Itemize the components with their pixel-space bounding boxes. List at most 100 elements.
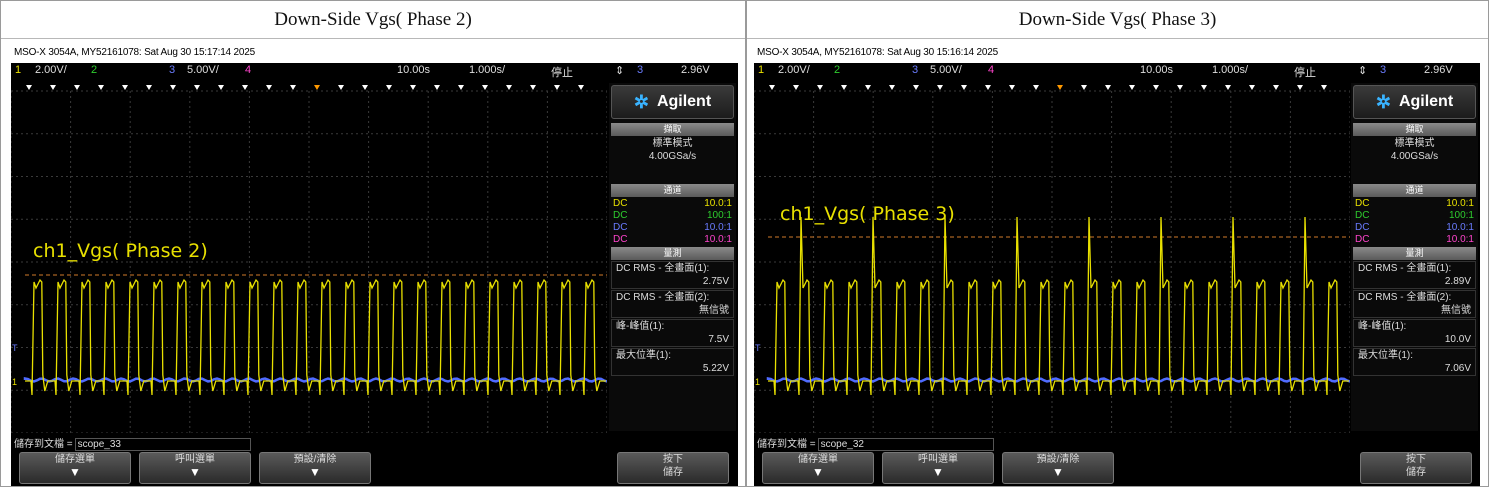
time-marker-icon bbox=[961, 85, 967, 90]
save-menu-button[interactable]: 儲存選單 ▼ bbox=[762, 452, 874, 484]
recall-menu-button[interactable]: 呼叫選單 ▼ bbox=[882, 452, 994, 484]
ch3-number[interactable]: 3 bbox=[169, 64, 175, 76]
ch4-label[interactable]: 4 bbox=[988, 64, 994, 76]
sample-rate: 4.00GSa/s bbox=[1390, 151, 1439, 162]
softkey-bar: 儲存到文檔 = scope_33 儲存選單 ▼ 呼叫選單 ▼ 預設/清除 ▼ 按下 儲存 bbox=[11, 433, 738, 486]
channel-bar: 1 2.00V/ 2 3 5.00V/ 4 10.00s 1.000s/ 停止 … bbox=[754, 63, 1480, 79]
ch1-scale[interactable]: 2.00V/ bbox=[35, 64, 67, 76]
arrow-down-icon: ▼ bbox=[1052, 465, 1064, 479]
side-panel: ✲ Agilent 擷取 標準模式 4.00GSa/s 通道 DC 10.0:1 D… bbox=[1351, 83, 1478, 431]
ch1-number[interactable]: 1 bbox=[15, 64, 21, 76]
press-to-save-button[interactable]: 按下 儲存 bbox=[617, 452, 729, 484]
time-marker-icon bbox=[170, 85, 176, 90]
measurement-1: DC RMS - 全畫面(1): 2.75V bbox=[611, 261, 734, 289]
time-marker-icon bbox=[146, 85, 152, 90]
arrow-down-icon: ▼ bbox=[932, 465, 944, 479]
acquisition-header[interactable]: 擷取 bbox=[611, 123, 734, 136]
time-marker-icon bbox=[1297, 85, 1303, 90]
time-marker-icon bbox=[769, 85, 775, 90]
time-marker-icon bbox=[841, 85, 847, 90]
channel-row-3: DC 10.0:1 bbox=[1355, 222, 1474, 233]
default-erase-button[interactable]: 預設/清除 ▼ bbox=[259, 452, 371, 484]
time-marker-icon bbox=[26, 85, 32, 90]
panel-caption: Down-Side Vgs( Phase 3) bbox=[747, 1, 1488, 39]
arrow-down-icon: ▼ bbox=[189, 465, 201, 479]
measure-header[interactable]: 量測 bbox=[1353, 247, 1476, 260]
time-marker-icon bbox=[290, 85, 296, 90]
channel-row-4: DC 10.0:1 bbox=[1355, 234, 1474, 245]
time-marker-icon bbox=[458, 85, 464, 90]
trigger-channel[interactable]: 3 bbox=[637, 64, 643, 76]
ch3-scale[interactable]: 5.00V/ bbox=[187, 64, 219, 76]
time-marker-icon bbox=[865, 85, 871, 90]
ch1-waveform bbox=[768, 216, 1349, 396]
time-position[interactable]: 10.00s bbox=[1140, 64, 1173, 76]
channel-row-2: DC 100:1 bbox=[613, 210, 732, 221]
timebase[interactable]: 1.000s/ bbox=[469, 64, 505, 76]
run-state[interactable]: 停止 bbox=[551, 64, 573, 80]
save-menu-button[interactable]: 儲存選單 ▼ bbox=[19, 452, 131, 484]
acquisition-header[interactable]: 擷取 bbox=[1353, 123, 1476, 136]
channel-row-2: DC 100:1 bbox=[1355, 210, 1474, 221]
agilent-star-icon: ✲ bbox=[633, 91, 649, 112]
trigger-level[interactable]: 2.96V bbox=[1424, 64, 1453, 76]
measurement-3: 峰-峰值(1): 7.5V bbox=[611, 319, 734, 347]
time-marker-icon bbox=[1225, 85, 1231, 90]
time-marker-icon bbox=[793, 85, 799, 90]
save-filename-field[interactable]: scope_32 bbox=[817, 438, 994, 451]
scope-screen: MSO-X 3054A, MY52161078: Sat Aug 30 15:1… bbox=[11, 43, 738, 486]
timebase[interactable]: 1.000s/ bbox=[1212, 64, 1248, 76]
time-marker-icon bbox=[817, 85, 823, 90]
time-marker-icon bbox=[506, 85, 512, 90]
softkey-bar: 儲存到文檔 = scope_32 儲存選單 ▼ 呼叫選單 ▼ 預設/清除 ▼ 按下 儲存 bbox=[754, 433, 1480, 486]
run-state[interactable]: 停止 bbox=[1294, 64, 1316, 80]
ch1-number[interactable]: 1 bbox=[758, 64, 764, 76]
panel-caption: Down-Side Vgs( Phase 2) bbox=[1, 1, 745, 39]
time-marker-icon bbox=[434, 85, 440, 90]
time-marker-icon bbox=[1153, 85, 1159, 90]
time-marker-icon bbox=[386, 85, 392, 90]
ch3-number[interactable]: 3 bbox=[912, 64, 918, 76]
channel-row-1: DC 10.0:1 bbox=[613, 198, 732, 209]
acquisition-mode: 標準模式 bbox=[652, 138, 693, 149]
time-marker-icon bbox=[1009, 85, 1015, 90]
time-marker-icon bbox=[1081, 85, 1087, 90]
time-marker-icon bbox=[194, 85, 200, 90]
ch1-scale[interactable]: 2.00V/ bbox=[778, 64, 810, 76]
trigger-marker: T bbox=[12, 343, 18, 353]
channel-row-1: DC 10.0:1 bbox=[1355, 198, 1474, 209]
time-marker-icon bbox=[98, 85, 104, 90]
measurement-2: DC RMS - 全畫面(2): 無信號 bbox=[611, 290, 734, 318]
press-to-save-button[interactable]: 按下 儲存 bbox=[1360, 452, 1472, 484]
recall-menu-button[interactable]: 呼叫選單 ▼ bbox=[139, 452, 251, 484]
time-marker-icon bbox=[554, 85, 560, 90]
arrow-down-icon: ▼ bbox=[309, 465, 321, 479]
save-filename-field[interactable]: scope_33 bbox=[74, 438, 251, 451]
time-marker-icon bbox=[362, 85, 368, 90]
agilent-star-icon: ✲ bbox=[1375, 91, 1391, 112]
time-marker-icon bbox=[74, 85, 80, 90]
waveform-label: ch1_Vgs( Phase 2) bbox=[33, 240, 208, 262]
measurement-1: DC RMS - 全畫面(1): 2.89V bbox=[1353, 261, 1476, 289]
time-marker-icon bbox=[1177, 85, 1183, 90]
channel-bar: 1 2.00V/ 2 3 5.00V/ 4 10.00s 1.000s/ 停止 … bbox=[11, 63, 738, 79]
default-erase-button[interactable]: 預設/清除 ▼ bbox=[1002, 452, 1114, 484]
ch2-label[interactable]: 2 bbox=[834, 64, 840, 76]
trigger-marker: T bbox=[755, 343, 761, 353]
time-marker-icon bbox=[1033, 85, 1039, 90]
measure-header[interactable]: 量測 bbox=[611, 247, 734, 260]
channel-header[interactable]: 通道 bbox=[611, 184, 734, 197]
time-marker-icon bbox=[218, 85, 224, 90]
ch1-ground-marker: 1 bbox=[12, 377, 17, 387]
time-marker-icon bbox=[122, 85, 128, 90]
ch4-label[interactable]: 4 bbox=[245, 64, 251, 76]
measurement-4: 最大位準(1): 7.06V bbox=[1353, 348, 1476, 376]
trigger-level[interactable]: 2.96V bbox=[681, 64, 710, 76]
time-marker-icon bbox=[1321, 85, 1327, 90]
trigger-channel[interactable]: 3 bbox=[1380, 64, 1386, 76]
time-marker-icon bbox=[578, 85, 584, 90]
channel-header[interactable]: 通道 bbox=[1353, 184, 1476, 197]
time-position[interactable]: 10.00s bbox=[397, 64, 430, 76]
ch2-label[interactable]: 2 bbox=[91, 64, 97, 76]
ch3-scale[interactable]: 5.00V/ bbox=[930, 64, 962, 76]
